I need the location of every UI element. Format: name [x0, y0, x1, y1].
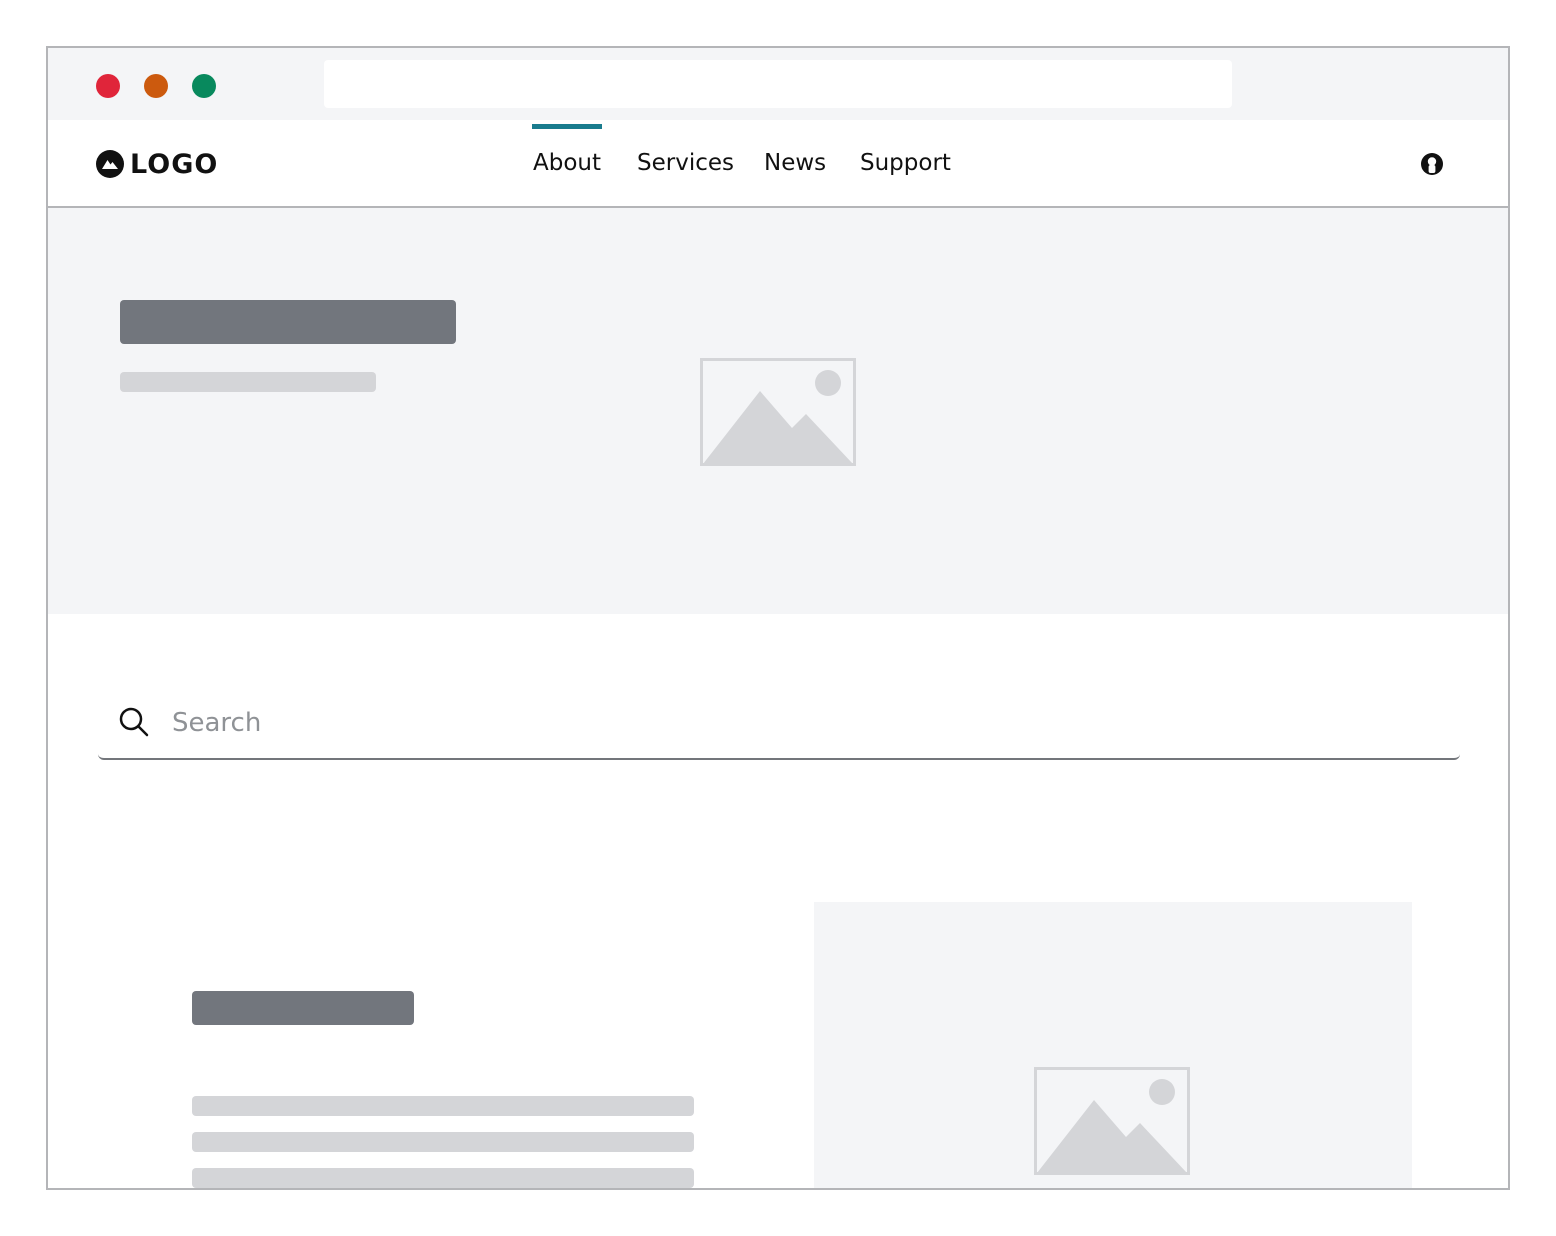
- logo-mountain-icon: [96, 150, 124, 178]
- site-header: LOGO About Services News Support: [48, 120, 1508, 208]
- logo-text: LOGO: [130, 148, 219, 180]
- nav-item-support[interactable]: Support: [860, 150, 951, 176]
- search-bar: [98, 690, 1460, 760]
- hero-subtitle-placeholder: [120, 372, 376, 392]
- close-window-button[interactable]: [96, 74, 120, 98]
- maximize-window-button[interactable]: [192, 74, 216, 98]
- nav-item-about[interactable]: About: [531, 124, 603, 176]
- nav-item-news[interactable]: News: [764, 150, 826, 176]
- browser-titlebar: [48, 48, 1508, 120]
- feature-title-placeholder: [192, 991, 414, 1025]
- user-avatar-icon[interactable]: [1420, 152, 1444, 176]
- search-input[interactable]: [172, 700, 1432, 746]
- hero-title-placeholder: [120, 300, 456, 344]
- hero-image-placeholder-icon: [700, 358, 856, 466]
- browser-window: LOGO About Services News Support: [46, 46, 1510, 1190]
- feature-text-line-placeholder: [192, 1132, 694, 1152]
- hero-section: [48, 208, 1508, 614]
- nav-item-services[interactable]: Services: [637, 150, 734, 176]
- feature-media-panel: [814, 902, 1412, 1188]
- address-bar[interactable]: [324, 60, 1232, 108]
- feature-text-line-placeholder: [192, 1096, 694, 1116]
- feature-text-line-placeholder: [192, 1168, 694, 1188]
- site-logo[interactable]: LOGO: [96, 148, 218, 180]
- feature-image-placeholder-icon: [1034, 1067, 1190, 1175]
- minimize-window-button[interactable]: [144, 74, 168, 98]
- search-icon[interactable]: [118, 706, 150, 738]
